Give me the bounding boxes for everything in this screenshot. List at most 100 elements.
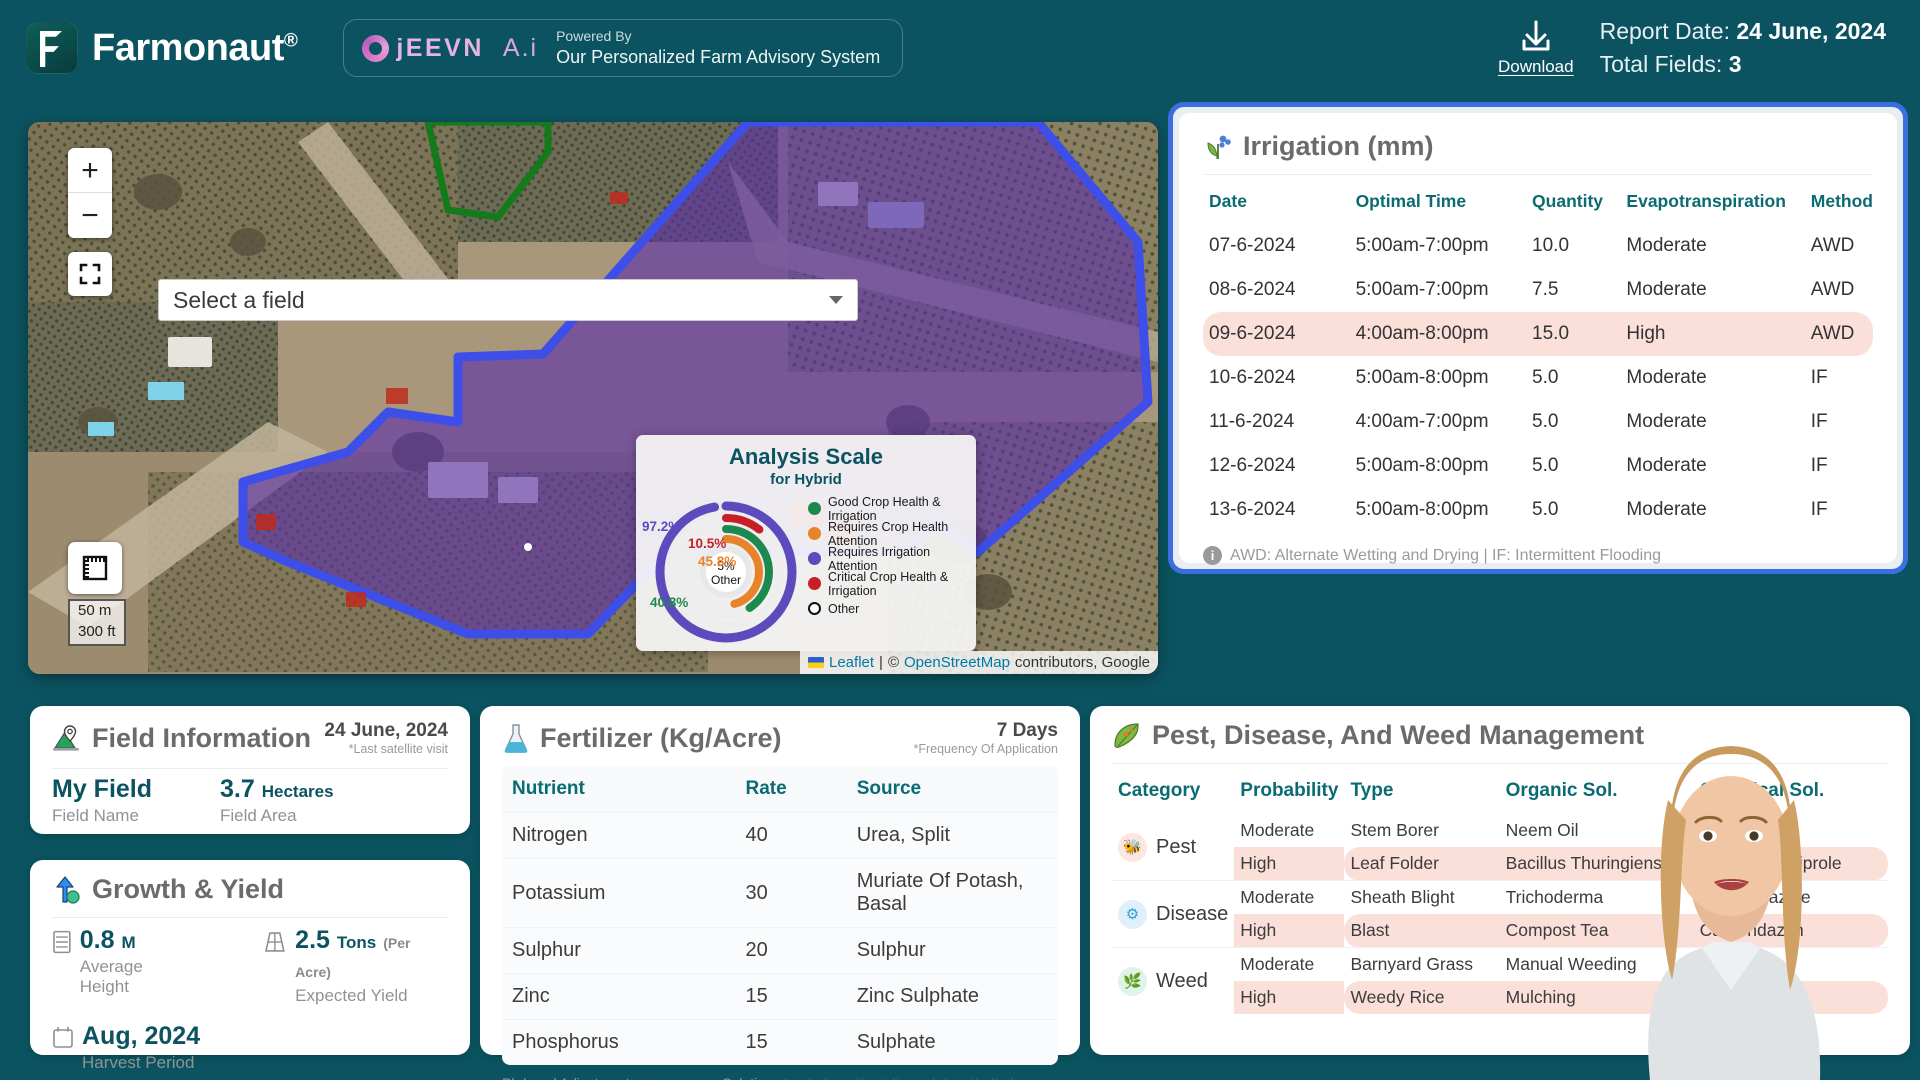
satellite-map-image (28, 122, 1158, 674)
average-height-unit: M (121, 933, 136, 952)
cell-quantity: 10.0 (1532, 235, 1570, 256)
brand-name: Farmonaut® (92, 27, 298, 69)
attrib-rest: contributors, Google (1014, 654, 1150, 671)
report-date-row: Report Date: 24 June, 2024 (1600, 15, 1886, 48)
field-trapezoid-icon (265, 932, 286, 952)
field-area-unit: Hectares (261, 782, 334, 801)
average-height-label: Average Height (79, 957, 143, 996)
field-select-value: Select a field (173, 286, 305, 313)
growth-yield-card: Growth & Yield 0.8 M Average Height 2.5 … (30, 860, 470, 1072)
legend-item-crop-attention: Requires Crop Health Attention (808, 520, 964, 548)
cell-date: 08-6-2024 (1209, 279, 1296, 300)
divider (52, 768, 448, 769)
cell-organic-solution: Mulching (1499, 981, 1694, 1014)
report-meta: Report Date: 24 June, 2024 Total Fields:… (1600, 15, 1886, 82)
expected-yield-value: 2.5 Tons (Per Acre) (295, 926, 448, 984)
pest-management-table: Category Probability Type Organic Sol. C… (1112, 770, 1888, 1014)
legend-item-good: Good Crop Health & Irrigation (808, 495, 964, 523)
cell-optimal-time: 5:00am-8:00pm (1355, 367, 1489, 388)
chart-center-label: Other (711, 573, 741, 587)
cell-source: Muriate Of Potash, Basal (846, 858, 1058, 928)
measure-tool-button[interactable] (68, 542, 122, 594)
analysis-legend: Good Crop Health & Irrigation Requires C… (808, 492, 964, 647)
category-icon: 🐝 (1118, 832, 1147, 862)
chart-label-critical: 10.5% (688, 536, 727, 552)
cell-optimal-time: 4:00am-8:00pm (1349, 312, 1527, 356)
cell-evapotranspiration: Moderate (1626, 499, 1707, 520)
zoom-out-button[interactable]: − (68, 193, 112, 238)
cell-category: 🌿 Weed (1112, 947, 1235, 1014)
fertilizer-frequency-value: 7 Days (996, 720, 1058, 741)
leaflet-link[interactable]: Leaflet (829, 654, 874, 671)
cell-method: AWD (1810, 235, 1855, 256)
solution-block: Solution: Apply lime if acidic, sulphur … (722, 1075, 1034, 1080)
cell-rate: 15 (735, 1019, 847, 1065)
legend-dot-critical (808, 577, 821, 591)
table-row: Potassium 30 Muriate Of Potash, Basal (502, 858, 1058, 928)
growth-yield-row-2: Aug, 2024 Harvest Period (52, 1022, 448, 1073)
jeevn-ai-text: A.i (502, 33, 539, 62)
jeevn-tagline: Our Personalized Farm Advisory System (556, 46, 881, 67)
cell-source: Zinc Sulphate (846, 973, 1058, 1020)
cell-quantity: 7.5 (1532, 279, 1559, 300)
col-organic-solution: Organic Sol. (1505, 780, 1618, 801)
col-quantity: Quantity (1532, 191, 1604, 211)
download-button[interactable]: Download (1498, 19, 1574, 77)
table-row: 13-6-2024 5:00am-8:00pm 5.0 Moderate IF (1203, 488, 1873, 532)
report-date-value: 24 June, 2024 (1736, 17, 1886, 44)
cell-rate: 30 (735, 858, 847, 928)
cell-type: Sheath Blight (1344, 880, 1500, 914)
map-zoom-controls[interactable]: + − (68, 148, 112, 238)
brand-name-text: Farmonaut (92, 27, 284, 69)
cell-quantity: 5.0 (1532, 455, 1559, 476)
irrigation-footnote: i AWD: Alternate Wetting and Drying | IF… (1203, 532, 1873, 565)
field-select-dropdown[interactable]: Select a field (158, 279, 858, 321)
expected-yield-number: 2.5 (295, 926, 330, 954)
legend-label-other: Other (828, 601, 860, 616)
map-pin-icon (53, 725, 79, 751)
expected-yield-unit: Tons (336, 933, 377, 952)
cell-optimal-time: 5:00am-7:00pm (1355, 279, 1489, 300)
header-right: Download Report Date: 24 June, 2024 Tota… (1498, 15, 1894, 82)
cell-evapotranspiration: Moderate (1626, 411, 1707, 432)
brand-registered-mark: ® (283, 30, 298, 52)
cell-organic-solution: Manual Weeding (1499, 947, 1694, 981)
cell-probability: High (1234, 981, 1345, 1014)
cell-organic-solution: Neem Oil (1505, 820, 1579, 840)
map-scale-bar: 50 m 300 ft (68, 598, 126, 646)
pest-table-header-row: Category Probability Type Organic Sol. C… (1112, 770, 1888, 814)
col-category: Category (1118, 780, 1201, 801)
chart-label-good-health: 40.8% (650, 595, 689, 611)
fullscreen-button[interactable] (68, 252, 112, 296)
legend-item-critical: Critical Crop Health & Irrigation (808, 570, 964, 598)
cell-evapotranspiration: Moderate (1626, 235, 1707, 256)
fertilizer-table-header-row: Nutrient Rate Source (502, 766, 1058, 813)
average-height-value: 0.8 M (80, 926, 196, 955)
ph-level-label: Ph Level Adjustment: (502, 1075, 634, 1080)
growth-yield-header: Growth & Yield (52, 874, 448, 905)
ph-level-block: Ph Level Adjustment: 6 ph (502, 1075, 666, 1080)
table-row: Phosphorus 15 Sulphate (502, 1019, 1058, 1065)
cell-probability: Moderate (1234, 880, 1345, 914)
divider (52, 917, 448, 918)
field-information-date-note: *Last satellite visit (348, 742, 448, 756)
cell-chemical-solution: Carbendazim (1693, 914, 1888, 948)
damaged-leaf-icon (1114, 722, 1139, 748)
harvest-period-value: Aug, 2024 (82, 1022, 201, 1050)
pest-management-card: Pest, Disease, And Weed Management Categ… (1090, 706, 1910, 1055)
map-attribution: Leaflet | © OpenStreetMap contributors, … (800, 651, 1158, 674)
fertilizer-footer: Ph Level Adjustment: 6 ph Solution: Appl… (502, 1065, 1058, 1080)
openstreetmap-link[interactable]: OpenStreetMap (904, 654, 1010, 671)
zoom-in-button[interactable]: + (68, 148, 112, 193)
cell-type: Stem Borer (1350, 820, 1439, 840)
cell-date: 13-6-2024 (1209, 499, 1296, 520)
cell-chemical-solution: Fipronil (1699, 820, 1758, 840)
cell-category: ⚙ Disease (1112, 880, 1235, 948)
jeevn-logo-icon: jEEVN A.i (362, 34, 538, 63)
divider (1203, 174, 1873, 175)
growth-yield-row-1: 0.8 M Average Height 2.5 Tons (Per Acre)… (52, 926, 448, 1006)
col-probability: Probability (1240, 780, 1339, 801)
map-card[interactable]: + − Select a field Analysis Scale for Hy… (28, 122, 1158, 674)
category-label: Pest (1156, 835, 1197, 858)
cell-nutrient: Potassium (502, 858, 736, 928)
